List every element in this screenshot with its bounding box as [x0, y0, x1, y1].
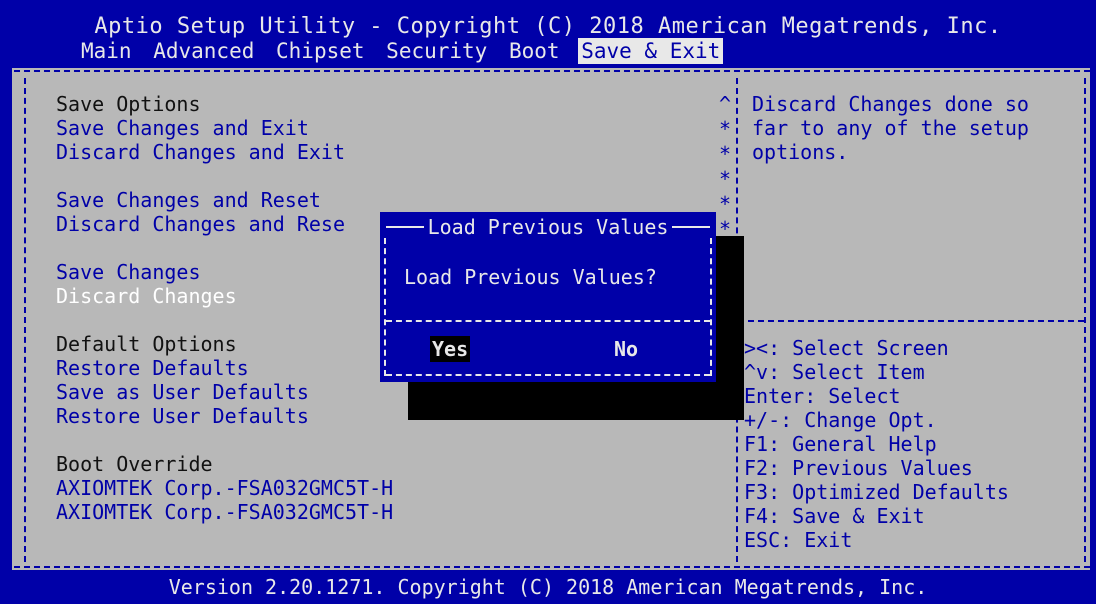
load-previous-values-dialog: Load Previous Values Load Previous Value…: [380, 212, 716, 382]
key-hint: ><: Select Screen: [744, 336, 949, 360]
section-default-options: Default Options: [56, 332, 237, 356]
frame-top-border: [14, 70, 1090, 72]
tab-main[interactable]: Main: [78, 38, 135, 64]
menu-item-restore-user-defaults[interactable]: Restore User Defaults: [56, 404, 393, 428]
tab-save-exit[interactable]: Save & Exit: [578, 38, 724, 64]
tab-security[interactable]: Security: [383, 38, 490, 64]
frame-right-border: [1084, 78, 1086, 562]
scroll-track-icon: *: [718, 117, 732, 141]
title-bar: Aptio Setup Utility - Copyright (C) 2018…: [0, 0, 1096, 70]
menu-item-save-changes-and-reset[interactable]: Save Changes and Reset: [56, 188, 393, 212]
menu-item-discard-changes-and-exit[interactable]: Discard Changes and Exit: [56, 140, 393, 164]
app-title: Aptio Setup Utility - Copyright (C) 2018…: [94, 14, 1002, 39]
dialog-title: Load Previous Values: [380, 214, 716, 240]
yes-button[interactable]: Yes: [430, 336, 471, 362]
section-boot-override: Boot Override: [56, 452, 213, 476]
footer-bar: Version 2.20.1271. Copyright (C) 2018 Am…: [0, 570, 1096, 604]
key-hint: +/-: Change Opt.: [744, 408, 937, 432]
key-hint: ^v: Select Item: [744, 360, 925, 384]
dialog-separator: [386, 320, 710, 322]
help-separator: [738, 320, 1084, 322]
menu-item-boot-device-1[interactable]: AXIOMTEK Corp.-FSA032GMC5T-H: [56, 476, 393, 500]
bios-screen: Aptio Setup Utility - Copyright (C) 2018…: [0, 0, 1096, 604]
key-legend: ><: Select Screen ^v: Select Item Enter:…: [744, 336, 1009, 552]
dialog-message: Load Previous Values?: [404, 265, 657, 289]
menu-item-save-as-user-defaults[interactable]: Save as User Defaults: [56, 380, 393, 404]
section-save-options: Save Options: [56, 92, 201, 116]
dialog-left-border: [384, 238, 386, 376]
dialog-title-text: Load Previous Values: [423, 215, 673, 239]
scroll-track-icon: *: [718, 167, 732, 191]
key-hint: F4: Save & Exit: [744, 504, 925, 528]
key-hint: ESC: Exit: [744, 528, 853, 552]
tab-boot[interactable]: Boot: [506, 38, 563, 64]
key-hint: F2: Previous Values: [744, 456, 973, 480]
menu-item-save-changes[interactable]: Save Changes: [56, 260, 393, 284]
scroll-track-icon: *: [718, 142, 732, 166]
frame-left-border: [24, 78, 26, 562]
key-hint: F1: General Help: [744, 432, 937, 456]
scrollbar[interactable]: ^ * * * * *: [716, 92, 734, 242]
tab-advanced[interactable]: Advanced: [150, 38, 257, 64]
menu-item-discard-changes[interactable]: Discard Changes: [56, 284, 393, 308]
menu-item-restore-defaults[interactable]: Restore Defaults: [56, 356, 393, 380]
scroll-track-icon: *: [718, 192, 732, 216]
tab-bar: Main Advanced Chipset Security Boot Save…: [78, 38, 729, 64]
help-line: options.: [752, 140, 849, 164]
help-line: Discard Changes done so: [752, 92, 1029, 116]
menu-item-boot-device-2[interactable]: AXIOMTEK Corp.-FSA032GMC5T-H: [56, 500, 393, 524]
key-hint: F3: Optimized Defaults: [744, 480, 1009, 504]
menu-item-save-changes-and-exit[interactable]: Save Changes and Exit: [56, 116, 393, 140]
frame-bottom-border: [14, 566, 1090, 568]
dialog-right-border: [710, 238, 712, 376]
help-text: Discard Changes done so far to any of th…: [752, 92, 1029, 164]
dialog-bottom-border: [386, 374, 710, 376]
help-line: far to any of the setup: [752, 116, 1029, 140]
options-menu: Save Options Save Changes and Exit Disca…: [56, 92, 393, 524]
menu-item-discard-changes-and-reset[interactable]: Discard Changes and Rese: [56, 212, 393, 236]
key-hint: Enter: Select: [744, 384, 901, 408]
tab-chipset[interactable]: Chipset: [273, 38, 368, 64]
no-button[interactable]: No: [612, 336, 640, 362]
scroll-up-arrow-icon[interactable]: ^: [716, 92, 734, 117]
